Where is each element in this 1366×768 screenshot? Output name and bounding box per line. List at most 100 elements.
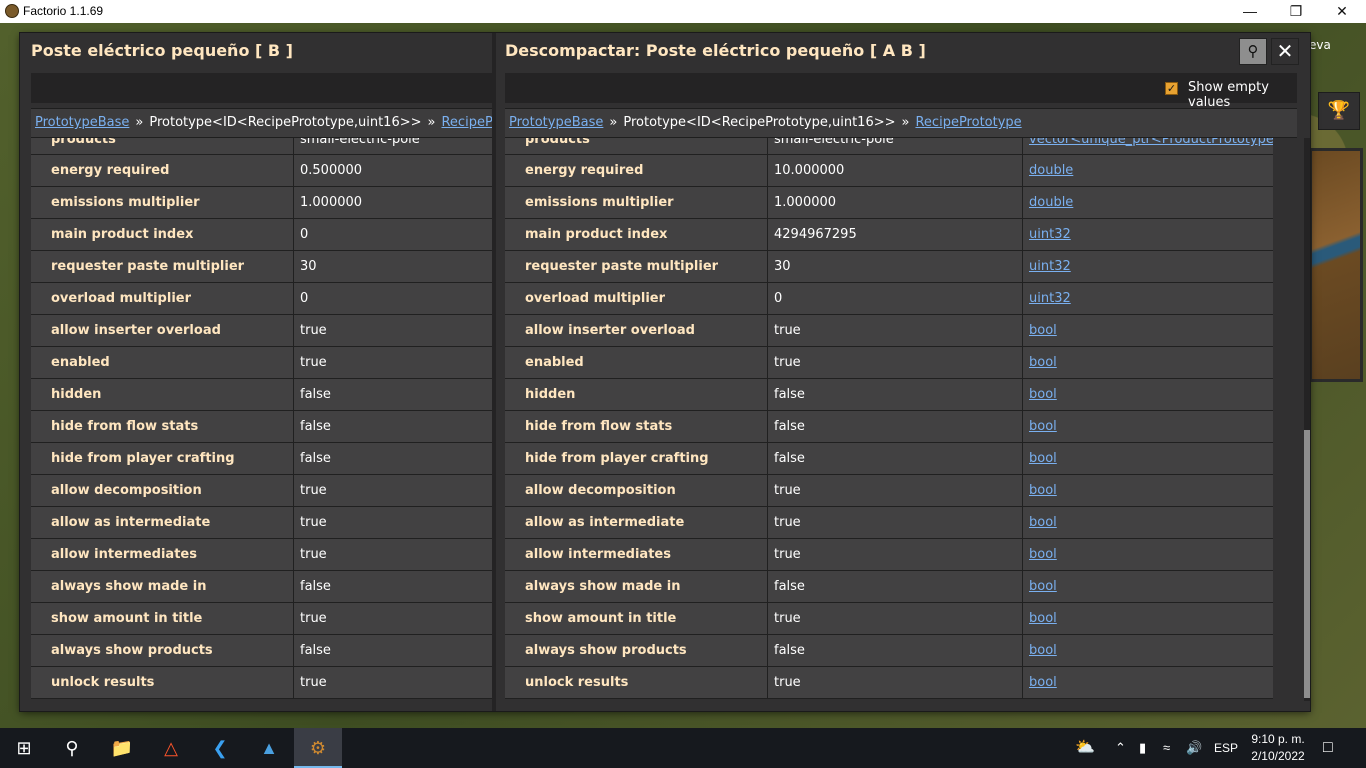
row-value: 4294967295 (767, 219, 1022, 250)
row-type-link[interactable]: vector<unique_ptr<ProductPrototype>> (1022, 138, 1273, 154)
row-type-link[interactable]: bool (1022, 475, 1273, 506)
system-clock[interactable]: 9:10 p. m. 2/10/2022 (1248, 731, 1308, 765)
maximize-button[interactable]: ❐ (1273, 0, 1319, 23)
table-row-partial: products small-electric-pole vector<uniq… (505, 138, 1273, 155)
table-row: allow inserter overload true bool (505, 315, 1273, 347)
scrollbar-thumb[interactable] (1304, 430, 1310, 698)
table-row: always show products false (31, 635, 493, 667)
language-indicator[interactable]: ESP (1214, 728, 1238, 768)
row-type-link[interactable]: bool (1022, 443, 1273, 474)
volume-icon[interactable]: 🔊 (1186, 728, 1202, 768)
search-icon[interactable]: ⚲ (48, 728, 96, 768)
right-properties-table: products small-electric-pole vector<uniq… (505, 138, 1273, 699)
row-type-link[interactable]: uint32 (1022, 283, 1273, 314)
row-value: false (767, 411, 1022, 442)
row-name: hide from player crafting (525, 451, 709, 466)
row-name: hide from flow stats (51, 419, 199, 434)
table-row: allow intermediates true (31, 539, 493, 571)
windows-start-icon[interactable]: ⊞ (0, 728, 48, 768)
row-type-link[interactable]: bool (1022, 507, 1273, 538)
row-value: false (767, 571, 1022, 602)
row-type-link[interactable]: bool (1022, 571, 1273, 602)
breadcrumb-link-prototypebase[interactable]: PrototypeBase (31, 115, 129, 130)
photos-icon[interactable]: ▲ (245, 728, 293, 768)
minimize-button[interactable]: — (1227, 0, 1273, 23)
vscode-icon[interactable]: ❮ (196, 728, 244, 768)
breadcrumb-separator: » (609, 115, 618, 130)
row-type-link[interactable]: bool (1022, 667, 1273, 698)
table-row: always show products false bool (505, 635, 1273, 667)
row-type-link[interactable]: bool (1022, 411, 1273, 442)
row-type-link[interactable]: double (1022, 155, 1273, 186)
prototype-inspector-window: Poste eléctrico pequeño [ B ] PrototypeB… (20, 33, 1310, 711)
row-name: hide from flow stats (525, 419, 673, 434)
row-type-link[interactable]: bool (1022, 347, 1273, 378)
table-row: enabled true bool (505, 347, 1273, 379)
table-row: hide from flow stats false (31, 411, 493, 443)
row-value: false (767, 443, 1022, 474)
table-row: overload multiplier 0 uint32 (505, 283, 1273, 315)
table-row: emissions multiplier 1.000000 (31, 187, 493, 219)
search-icon: ⚲ (1247, 42, 1259, 60)
achievements-trophy-icon[interactable]: 🏆 (1318, 92, 1360, 130)
breadcrumb-prototype: Prototype<ID<RecipePrototype,uint16>> (149, 115, 422, 130)
row-type-link[interactable]: uint32 (1022, 251, 1273, 282)
show-empty-values-label: Show empty values (1188, 80, 1269, 110)
table-row: hide from player crafting false bool (505, 443, 1273, 475)
battery-icon[interactable]: ▮ (1139, 728, 1146, 768)
row-name: always show made in (525, 579, 681, 594)
row-type-link[interactable]: bool (1022, 379, 1273, 410)
row-name: main product index (525, 227, 668, 242)
file-explorer-icon[interactable]: 📁 (98, 728, 146, 768)
row-value: true (767, 347, 1022, 378)
table-row: enabled true (31, 347, 493, 379)
row-type-link[interactable]: bool (1022, 603, 1273, 634)
close-icon: ✕ (1276, 39, 1294, 63)
close-panel-button[interactable]: ✕ (1271, 38, 1299, 65)
table-row: allow inserter overload true (31, 315, 493, 347)
row-name: emissions multiplier (51, 195, 200, 210)
scrollbar[interactable] (1304, 138, 1310, 701)
table-row: overload multiplier 0 (31, 283, 493, 315)
factorio-gear-icon (5, 4, 19, 18)
breadcrumb-link-recipeprototype[interactable]: RecipePrototype (441, 115, 493, 130)
row-value: 10.000000 (767, 155, 1022, 186)
row-type-link[interactable]: bool (1022, 315, 1273, 346)
table-row: unlock results true (31, 667, 493, 699)
breadcrumb-link-prototypebase[interactable]: PrototypeBase (505, 115, 603, 130)
row-type-link[interactable]: double (1022, 187, 1273, 218)
row-name: enabled (525, 355, 584, 370)
row-value: false (293, 571, 493, 602)
row-type-link[interactable]: bool (1022, 539, 1273, 570)
close-window-button[interactable]: ✕ (1319, 0, 1365, 23)
table-row: always show made in false bool (505, 571, 1273, 603)
factorio-taskbar-icon[interactable]: ⚙ (294, 728, 342, 768)
breadcrumb-link-recipeprototype[interactable]: RecipePrototype (915, 115, 1021, 130)
row-value: true (767, 315, 1022, 346)
row-value: false (767, 379, 1022, 410)
row-value: 30 (767, 251, 1022, 282)
row-type-link[interactable]: uint32 (1022, 219, 1273, 250)
row-name: emissions multiplier (525, 195, 674, 210)
minimap[interactable] (1309, 148, 1363, 382)
row-name: overload multiplier (525, 291, 665, 306)
weather-icon[interactable]: ⛅ (1075, 728, 1095, 768)
search-button[interactable]: ⚲ (1239, 38, 1267, 65)
table-row: main product index 0 (31, 219, 493, 251)
show-empty-values-checkbox[interactable]: ✓ (1165, 82, 1178, 95)
right-panel-title: Descompactar: Poste eléctrico pequeño [ … (505, 41, 926, 60)
table-row: hidden false (31, 379, 493, 411)
row-type-link[interactable]: bool (1022, 635, 1273, 666)
breadcrumb-separator: » (135, 115, 144, 130)
wifi-icon[interactable]: ≈ (1163, 728, 1170, 768)
brave-browser-icon[interactable]: △ (147, 728, 195, 768)
table-row: allow as intermediate true (31, 507, 493, 539)
table-row: hidden false bool (505, 379, 1273, 411)
row-name: enabled (51, 355, 110, 370)
notifications-icon[interactable]: □ (1323, 728, 1333, 768)
show-hidden-icons-chevron-icon[interactable]: ⌃ (1115, 728, 1126, 768)
row-value: true (293, 603, 493, 634)
row-value: 0 (767, 283, 1022, 314)
table-row: requester paste multiplier 30 uint32 (505, 251, 1273, 283)
row-value: true (767, 475, 1022, 506)
